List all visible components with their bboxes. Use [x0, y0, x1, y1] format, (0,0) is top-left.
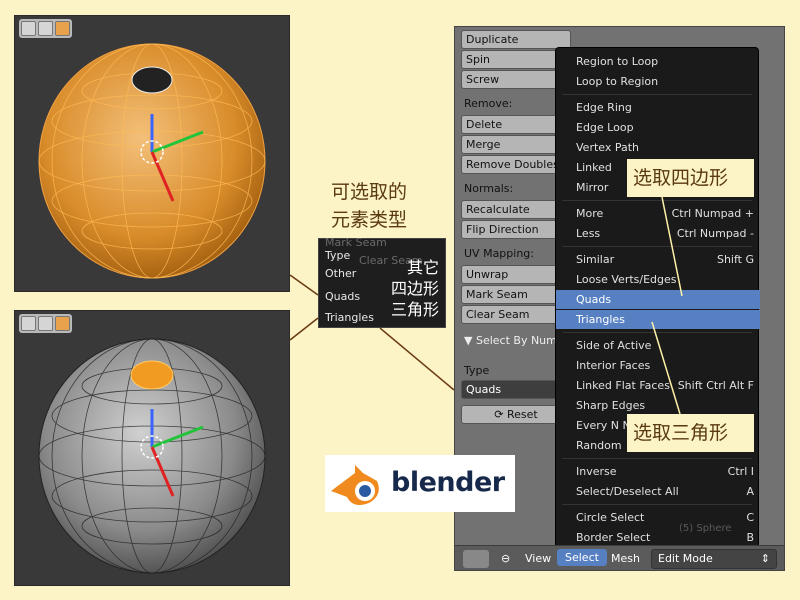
duplicate-button[interactable]: Duplicate	[461, 30, 571, 49]
type-label: Type	[464, 364, 490, 377]
callout-quads: 选取四边形	[627, 159, 754, 197]
menu-item-quads[interactable]: Quads	[556, 290, 760, 309]
option-quads[interactable]: Quads	[325, 290, 360, 303]
menu-item-vertex-path[interactable]: Vertex Path	[556, 138, 760, 157]
viewport-triangles-selected[interactable]	[14, 310, 290, 586]
normals-label: Normals:	[464, 182, 514, 195]
element-type-caption: 可选取的 元素类型	[331, 178, 407, 234]
type-label: Type	[325, 249, 351, 262]
sphere-grey	[38, 338, 266, 574]
reset-label: Reset	[506, 408, 538, 421]
menu-item-less[interactable]: Less Ctrl Numpad -	[556, 224, 760, 243]
blender-wordmark: blender	[391, 467, 505, 498]
menu-item-similar[interactable]: Similar Shift G	[556, 250, 760, 269]
type-dropdown-popup: Mark Seam Type Clear Seam Other Quads Tr…	[318, 236, 446, 328]
mode-label: Edit Mode	[658, 552, 713, 565]
caption-line-2: 元素类型	[331, 209, 408, 231]
menu-separator	[562, 246, 752, 247]
editor-type-icon[interactable]	[463, 550, 489, 568]
cn-label-triangles: 三角形	[390, 300, 439, 319]
menu-item-side-of-active[interactable]: Side of Active	[556, 336, 760, 355]
menu-item-select-deselect-all[interactable]: Select/Deselect All A	[556, 482, 760, 501]
object-name-label: (5) Sphere	[679, 523, 732, 534]
menu-item-inverse[interactable]: Inverse Ctrl I	[556, 462, 760, 481]
reset-icon: ⟳	[494, 408, 504, 421]
option-other[interactable]: Other	[325, 267, 356, 280]
blender-logo: blender	[325, 455, 515, 512]
cn-label-other: 其它	[406, 258, 439, 277]
menu-item-interior-faces[interactable]: Interior Faces	[556, 356, 760, 375]
chevron-updown-icon: ⇕	[760, 552, 770, 565]
menu-separator	[562, 94, 752, 95]
menu-separator	[562, 200, 752, 201]
menu-item-linked-flat-faces[interactable]: Linked Flat Faces Shift Ctrl Alt F	[556, 376, 760, 395]
menu-separator	[562, 458, 752, 459]
menu-separator	[562, 504, 752, 505]
option-triangles[interactable]: Triangles	[325, 311, 374, 324]
menu-item-edge-loop[interactable]: Edge Loop	[556, 118, 760, 137]
menu-view[interactable]: View	[525, 552, 551, 565]
menu-item-loop-to-region[interactable]: Loop to Region	[556, 72, 760, 91]
menu-item-edge-ring[interactable]: Edge Ring	[556, 98, 760, 117]
menu-select[interactable]: Select	[557, 549, 607, 566]
select-menu: Region to Loop Loop to Region Edge Ring …	[555, 47, 760, 551]
uv-mapping-label: UV Mapping:	[464, 247, 534, 260]
caption-line-1: 可选取的	[331, 181, 408, 203]
menu-item-sharp-edges[interactable]: Sharp Edges	[556, 396, 760, 415]
collapse-icon[interactable]: ⊖	[501, 552, 510, 565]
remove-label: Remove:	[464, 97, 513, 110]
callout-triangles: 选取三角形	[627, 414, 754, 452]
blender-logo-icon	[331, 465, 379, 505]
menu-separator	[562, 332, 752, 333]
sphere-orange	[38, 43, 266, 279]
menu-item-triangles[interactable]: Triangles	[556, 310, 760, 329]
menu-item-region-to-loop[interactable]: Region to Loop	[556, 52, 760, 71]
ghost-row: Mark Seam	[325, 236, 387, 249]
menu-item-more[interactable]: More Ctrl Numpad +	[556, 204, 760, 223]
header-bar: ⊖ View Select Mesh Edit Mode ⇕	[455, 545, 784, 570]
mode-dropdown[interactable]: Edit Mode ⇕	[651, 549, 777, 569]
menu-item-loose-verts-edges[interactable]: Loose Verts/Edges	[556, 270, 760, 289]
viewport-quads-selected[interactable]	[14, 15, 290, 292]
menu-mesh[interactable]: Mesh	[611, 552, 640, 565]
cn-label-quads: 四边形	[390, 279, 439, 298]
